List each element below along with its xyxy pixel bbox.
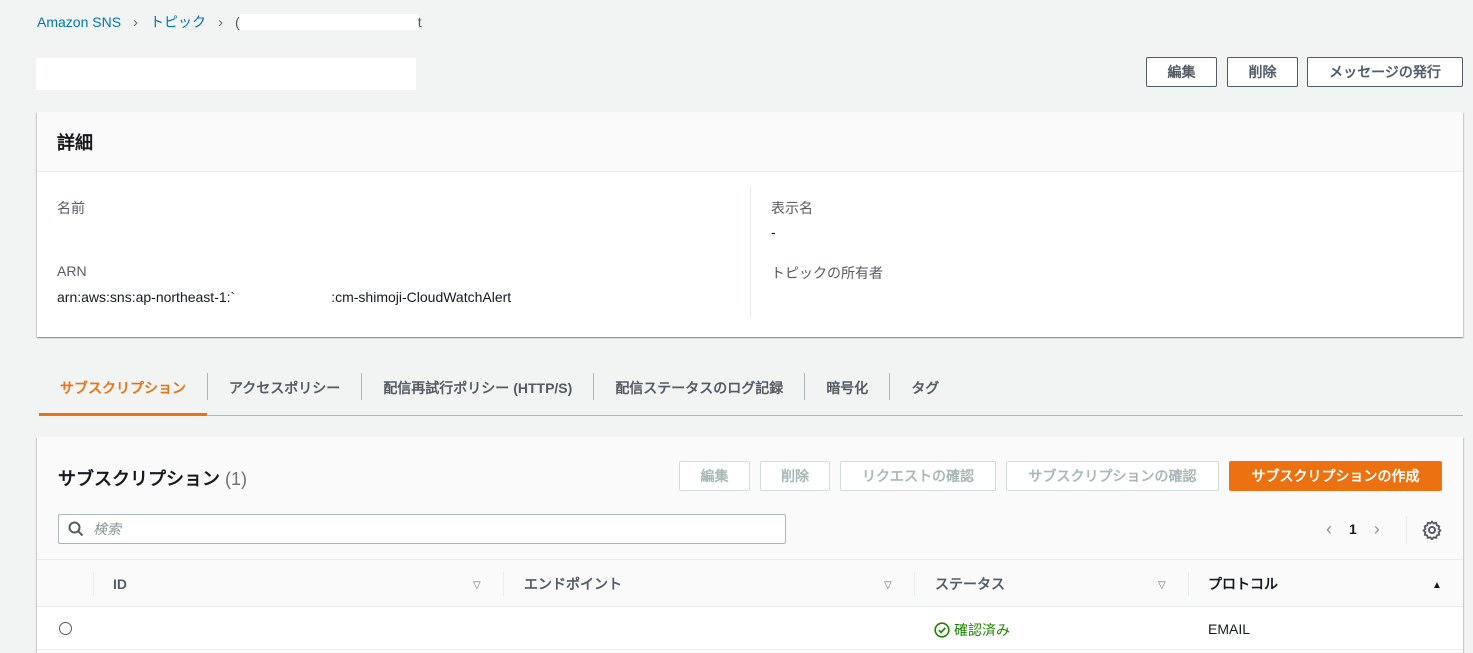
tab-encryption[interactable]: 暗号化 [805,360,889,415]
sort-down-icon[interactable]: ▽ [884,580,892,591]
details-panel: 詳細 名前 ARN arn:aws:sns:ap-northeast-1:` :c… [37,112,1463,337]
status-text: 確認済み [954,622,1010,638]
subscriptions-panel: サブスクリプション (1) 編集 削除 リクエストの確認 サブスクリプションの確… [37,437,1463,653]
publish-message-button[interactable]: メッセージの発行 [1307,57,1463,87]
tab-delivery-status-logging[interactable]: 配信ステータスのログ記録 [594,360,804,415]
chevron-right-icon: › [133,13,139,31]
create-subscription-button[interactable]: サブスクリプションの作成 [1229,461,1442,491]
tab-access-policy[interactable]: アクセスポリシー [208,360,361,415]
confirm-subscription-button[interactable]: サブスクリプションの確認 [1006,461,1219,491]
breadcrumb: Amazon SNS › トピック › ( t [37,12,422,32]
page-title-redacted [36,58,416,90]
arn-suffix: :cm-shimoji-CloudWatchAlert [331,289,512,305]
delete-topic-button[interactable]: 削除 [1227,57,1298,87]
display-name-value: - [771,224,776,240]
subscriptions-title: サブスクリプション (1) [58,465,247,491]
status-badge: 確認済み [934,620,1010,640]
arn-value: arn:aws:sns:ap-northeast-1:` :cm-shimoji-… [57,289,511,305]
column-header-status[interactable]: ステータス [935,560,1005,608]
subscriptions-title-text: サブスクリプション [58,469,220,489]
pagination: ‹ 1 › [1317,517,1389,541]
tab-subscriptions[interactable]: サブスクリプション [39,360,207,416]
subscriptions-count: (1) [225,469,248,489]
column-header-protocol[interactable]: プロトコル [1208,560,1278,608]
chevron-right-icon[interactable]: › [1365,519,1389,540]
sort-down-icon[interactable]: ▽ [473,580,481,591]
arn-prefix: arn:aws:sns:ap-northeast-1:` [57,289,236,305]
delete-subscription-button[interactable]: 削除 [760,461,830,491]
edit-subscription-button[interactable]: 編集 [679,461,750,491]
breadcrumb-amazon-sns[interactable]: Amazon SNS [37,14,121,30]
column-divider [503,572,504,596]
settings-icon[interactable] [1422,520,1442,540]
edit-topic-button[interactable]: 編集 [1146,57,1217,87]
column-header-id[interactable]: ID [113,560,127,608]
breadcrumb-current-suffix: t [417,14,422,30]
display-name-label: 表示名 [771,200,813,216]
search-input[interactable] [93,521,785,537]
tab-tags[interactable]: タグ [890,360,960,415]
tab-bar: サブスクリプション アクセスポリシー 配信再試行ポリシー (HTTP/S) 配信… [39,360,1463,416]
sort-down-icon[interactable]: ▽ [1158,580,1166,591]
sort-up-icon[interactable]: ▲ [1432,580,1442,591]
chevron-right-icon: › [218,13,224,31]
page-number[interactable]: 1 [1349,521,1357,537]
check-circle-icon [934,622,950,638]
pager-divider [1406,516,1407,544]
search-box [58,514,786,544]
subscription-protocol: EMAIL [1208,621,1251,637]
column-divider [93,572,94,596]
arn-label: ARN [57,263,87,279]
name-label: 名前 [57,200,85,216]
column-divider [1188,572,1189,596]
column-header-endpoint[interactable]: エンドポイント [524,560,622,608]
breadcrumb-topics[interactable]: トピック [150,12,206,32]
topic-owner-label: トピックの所有者 [771,265,883,281]
column-divider [914,572,915,596]
search-icon [68,521,84,537]
redacted-block [239,14,418,30]
request-confirmation-button[interactable]: リクエストの確認 [840,461,996,491]
tab-delivery-retry-policy[interactable]: 配信再試行ポリシー (HTTP/S) [362,360,593,415]
row-select-radio[interactable] [59,622,72,635]
chevron-left-icon[interactable]: ‹ [1317,519,1341,540]
table-header: ID ▽ エンドポイント ▽ ステータス ▽ プロトコル ▲ [37,559,1463,607]
table-row[interactable]: 確認済み EMAIL [37,608,1463,650]
column-divider [750,186,751,318]
details-title: 詳細 [37,112,1463,172]
